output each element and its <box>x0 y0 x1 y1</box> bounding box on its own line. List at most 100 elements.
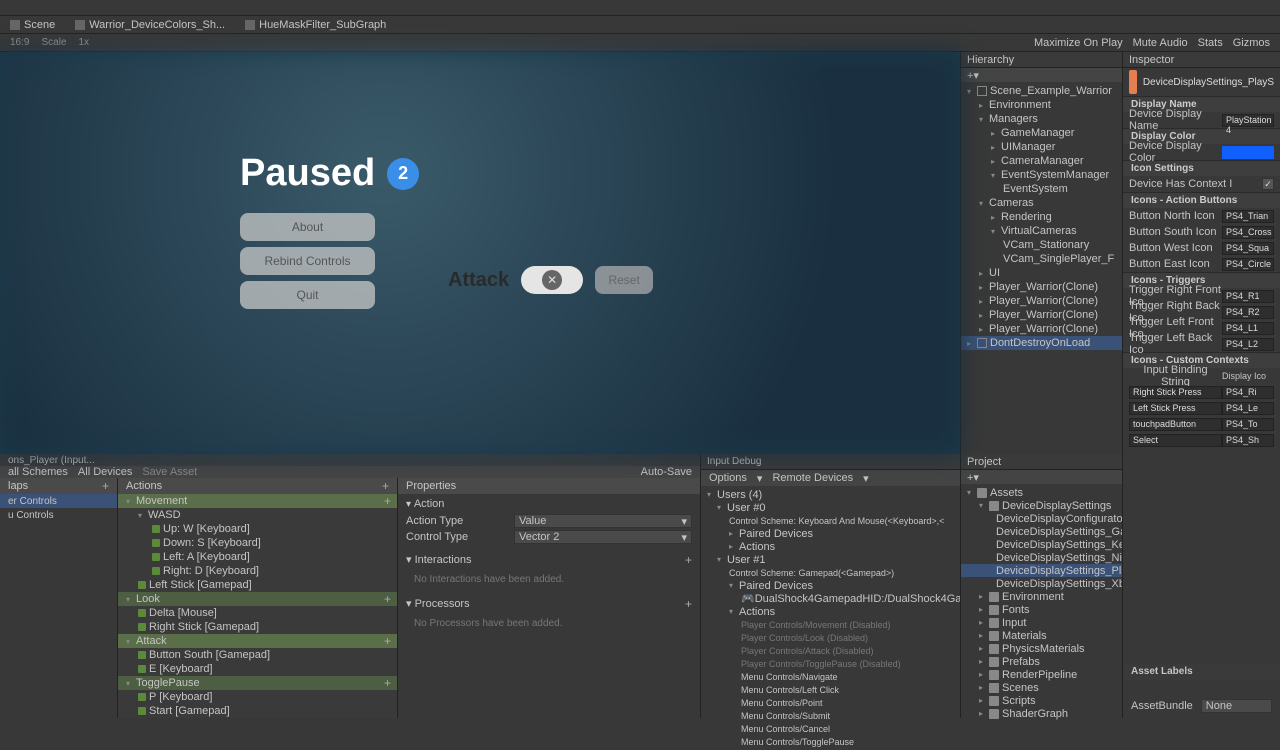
debug-actions[interactable]: ▸Actions <box>701 540 960 553</box>
project-folder[interactable]: ▸Scripts <box>961 694 1122 707</box>
lsp-field[interactable]: PS4_Le <box>1222 402 1274 415</box>
reset-button[interactable]: Reset <box>595 266 653 294</box>
project-asset[interactable]: DeviceDisplaySettings_Xbo <box>961 577 1122 590</box>
tab-warrior[interactable]: Warrior_DeviceColors_Sh... <box>65 17 235 33</box>
hierarchy-toolbar[interactable]: +▾ <box>961 68 1122 82</box>
add-interaction-button[interactable]: + <box>685 553 692 567</box>
action-map[interactable]: u Controls <box>0 508 117 522</box>
hierarchy-item[interactable]: ▸GameManager <box>961 126 1122 140</box>
binding-item[interactable]: Down: S [Keyboard] <box>118 536 397 550</box>
stats-button[interactable]: Stats <box>1198 37 1223 49</box>
rsp-label[interactable]: Right Stick Press <box>1129 386 1222 399</box>
add-map-button[interactable]: + <box>102 479 109 493</box>
hierarchy-item[interactable]: ▾VirtualCameras <box>961 224 1122 238</box>
debug-user[interactable]: ▾User #1 <box>701 553 960 566</box>
project-folder[interactable]: ▾DeviceDisplaySettings <box>961 499 1122 512</box>
debug-device[interactable]: 🎮DualShock4GamepadHID:/DualShock4Gamepa <box>701 592 960 605</box>
hierarchy-root[interactable]: ▾Scene_Example_Warrior <box>961 84 1122 98</box>
debug-action[interactable]: Menu Controls/Cancel <box>701 722 960 735</box>
hierarchy-item[interactable]: ▸Player_Warrior(Clone) <box>961 280 1122 294</box>
project-folder[interactable]: ▸Scenes <box>961 681 1122 694</box>
project-folder[interactable]: ▸ShaderGraph <box>961 707 1122 720</box>
tab-huemask[interactable]: HueMaskFilter_SubGraph <box>235 17 396 33</box>
hierarchy-item[interactable]: ▸Rendering <box>961 210 1122 224</box>
binding-item[interactable]: Up: W [Keyboard] <box>118 522 397 536</box>
rebind-button[interactable]: Rebind Controls <box>240 247 375 275</box>
binding-composite[interactable]: ▾WASD <box>118 508 397 522</box>
hierarchy-item[interactable]: ▾Managers <box>961 112 1122 126</box>
debug-action[interactable]: Menu Controls/Submit <box>701 709 960 722</box>
project-folder[interactable]: ▾Assets <box>961 486 1122 499</box>
project-folder[interactable]: ▸Environment <box>961 590 1122 603</box>
hierarchy-item[interactable]: ▸Player_Warrior(Clone) <box>961 322 1122 336</box>
autosave-toggle[interactable]: Auto-Save <box>641 466 692 478</box>
debug-action[interactable]: Menu Controls/Left Click <box>701 683 960 696</box>
debug-action[interactable]: Player Controls/TogglePause (Disabled) <box>701 657 960 670</box>
trig-rf-field[interactable]: PS4_R1 <box>1222 290 1274 303</box>
binding-item[interactable]: P [Keyboard] <box>118 690 397 704</box>
add-binding-button[interactable]: + <box>384 676 391 690</box>
action-map[interactable]: er Controls <box>0 494 117 508</box>
add-processor-button[interactable]: + <box>685 597 692 611</box>
interactions-section[interactable]: ▾ Interactions+ <box>406 553 692 567</box>
display-color-swatch[interactable] <box>1222 146 1274 159</box>
add-binding-button[interactable]: + <box>384 634 391 648</box>
debug-action[interactable]: Player Controls/Look (Disabled) <box>701 631 960 644</box>
debug-actions[interactable]: ▾Actions <box>701 605 960 618</box>
has-context-checkbox[interactable] <box>1262 178 1274 190</box>
project-folder[interactable]: ▸PhysicsMaterials <box>961 642 1122 655</box>
hierarchy-item[interactable]: VCam_Stationary <box>961 238 1122 252</box>
hierarchy-item[interactable]: ▾EventSystemManager <box>961 168 1122 182</box>
project-folder[interactable]: ▸Materials <box>961 629 1122 642</box>
scale-value[interactable]: 1x <box>78 37 89 48</box>
rsp-field[interactable]: PS4_Ri <box>1222 386 1274 399</box>
binding-item[interactable]: Delta [Mouse] <box>118 606 397 620</box>
trig-rb-field[interactable]: PS4_R2 <box>1222 306 1274 319</box>
btn-south-field[interactable]: PS4_Cross <box>1222 226 1274 239</box>
display-name-field[interactable]: PlayStation 4 <box>1222 114 1274 127</box>
project-folder[interactable]: ▸Fonts <box>961 603 1122 616</box>
debug-action[interactable]: Player Controls/Attack (Disabled) <box>701 644 960 657</box>
hierarchy-item[interactable]: ▸Player_Warrior(Clone) <box>961 308 1122 322</box>
hierarchy-item[interactable]: ▾Cameras <box>961 196 1122 210</box>
binding-item[interactable]: Left: A [Keyboard] <box>118 550 397 564</box>
project-asset[interactable]: DeviceDisplaySettings_Play <box>961 564 1122 577</box>
action-item[interactable]: ▾Attack+ <box>118 634 397 648</box>
hierarchy-item[interactable]: EventSystem <box>961 182 1122 196</box>
maximize-toggle[interactable]: Maximize On Play <box>1034 37 1123 49</box>
binding-item[interactable]: Right Stick [Gamepad] <box>118 620 397 634</box>
binding-item[interactable]: Button South [Gamepad] <box>118 648 397 662</box>
debug-action[interactable]: Player Controls/Movement (Disabled) <box>701 618 960 631</box>
trig-lf-field[interactable]: PS4_L1 <box>1222 322 1274 335</box>
btn-east-field[interactable]: PS4_Circle <box>1222 258 1274 271</box>
action-item[interactable]: ▾Movement+ <box>118 494 397 508</box>
action-section[interactable]: ▾ Action <box>406 498 692 510</box>
project-folder[interactable]: ▸Input <box>961 616 1122 629</box>
debug-user[interactable]: ▾User #0 <box>701 501 960 514</box>
hierarchy-item[interactable]: VCam_SinglePlayer_F <box>961 252 1122 266</box>
gizmos-dropdown[interactable]: Gizmos <box>1233 37 1270 49</box>
debug-paired[interactable]: ▸Paired Devices <box>701 527 960 540</box>
add-action-button[interactable]: + <box>382 479 389 493</box>
lsp-label[interactable]: Left Stick Press <box>1129 402 1222 415</box>
mute-toggle[interactable]: Mute Audio <box>1133 37 1188 49</box>
hierarchy-item[interactable]: ▸Player_Warrior(Clone) <box>961 294 1122 308</box>
select-field[interactable]: PS4_Sh <box>1222 434 1274 447</box>
asset-bundle-dropdown[interactable]: None <box>1201 699 1272 713</box>
btn-west-field[interactable]: PS4_Squa <box>1222 242 1274 255</box>
debug-action[interactable]: Menu Controls/TogglePause <box>701 735 960 748</box>
binding-item[interactable]: E [Keyboard] <box>118 662 397 676</box>
project-asset[interactable]: DeviceDisplaySettings_Gar <box>961 525 1122 538</box>
add-binding-button[interactable]: + <box>384 592 391 606</box>
project-folder[interactable]: ▸Prefabs <box>961 655 1122 668</box>
trig-lb-field[interactable]: PS4_L2 <box>1222 338 1274 351</box>
project-folder[interactable]: ▸RenderPipeline <box>961 668 1122 681</box>
touch-field[interactable]: PS4_To <box>1222 418 1274 431</box>
add-binding-button[interactable]: + <box>384 494 391 508</box>
game-view[interactable]: Paused 2 About Rebind Controls Quit Atta… <box>0 52 960 454</box>
hierarchy-item[interactable]: ▸UIManager <box>961 140 1122 154</box>
project-toolbar[interactable]: +▾ <box>961 470 1122 484</box>
hierarchy-item[interactable]: ▸DontDestroyOnLoad <box>961 336 1122 350</box>
hierarchy-item[interactable]: ▸UI <box>961 266 1122 280</box>
attack-binding[interactable]: ✕ <box>521 266 583 294</box>
